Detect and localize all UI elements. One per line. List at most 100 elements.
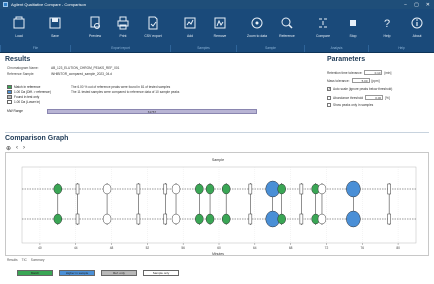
x-tick-label: 76 bbox=[360, 246, 364, 250]
save-icon bbox=[49, 17, 61, 29]
x-ticks: 40 44 48 52 56 60 64 68 72 76 80 bbox=[38, 243, 400, 250]
auto-scale-row[interactable]: ✓ Auto scale (ignore peaks below thresho… bbox=[327, 87, 392, 91]
tab-tic[interactable]: TIC bbox=[22, 258, 27, 262]
comparison-chart-svg[interactable]: Sample 40 44 48 52 56 60 64 68 72 76 80 Minutes bbox=[6, 153, 430, 257]
show-peaks-checkbox[interactable] bbox=[327, 103, 331, 107]
results-legend: Match in reference 1.00 Da (Diff. > refe… bbox=[7, 84, 67, 106]
zoom-to-data-icon bbox=[251, 17, 263, 29]
peak-marker bbox=[205, 213, 215, 225]
section-divider bbox=[5, 132, 429, 133]
maximize-button[interactable]: ▢ bbox=[414, 2, 419, 8]
x-tick-label: 64 bbox=[253, 246, 257, 250]
abundance-threshold-row: Abundance threshold 0.00 [%] bbox=[327, 95, 390, 100]
mw-range-bar[interactable]: 61767 bbox=[46, 108, 257, 114]
peak-marker bbox=[102, 213, 112, 225]
peak-marker bbox=[53, 183, 63, 195]
compare-button[interactable]: Compare bbox=[308, 12, 338, 44]
peak-marker bbox=[346, 180, 361, 198]
window-title: Agilent Qualitative Compare - Comparison bbox=[11, 2, 86, 7]
ribbon-group-help: Help bbox=[368, 45, 434, 52]
rt-tolerance-row: Retention time tolerance: 0.10 [min] bbox=[327, 70, 392, 75]
legend-swatch: Higher in sample bbox=[59, 269, 95, 276]
x-tick-label: 72 bbox=[325, 246, 329, 250]
x-tick-label: 52 bbox=[146, 246, 150, 250]
graph-tabs: Results TIC Summary bbox=[7, 258, 44, 262]
x-tick-label: 48 bbox=[110, 246, 114, 250]
about-button[interactable]: About bbox=[402, 12, 432, 44]
tab-summary[interactable]: Summary bbox=[31, 258, 45, 262]
abundance-threshold-input[interactable]: 0.00 bbox=[365, 95, 384, 100]
peak-marker bbox=[299, 183, 304, 195]
mass-tolerance-row: Mass tolerance: 5.00 [ppm] bbox=[327, 78, 380, 83]
forward-arrow-icon[interactable]: › bbox=[23, 145, 25, 152]
peak-marker bbox=[277, 183, 286, 195]
stop-icon bbox=[350, 20, 356, 26]
peak-marker bbox=[136, 213, 141, 225]
peak-marker bbox=[248, 213, 253, 225]
peak-marker bbox=[277, 213, 286, 225]
parameters-title: Parameters bbox=[327, 56, 366, 63]
zoom-to-data-button[interactable]: Zoom to data bbox=[242, 12, 272, 44]
peak-marker bbox=[102, 183, 112, 195]
save-button[interactable]: Save bbox=[40, 12, 70, 44]
legend-item-match: Match bbox=[17, 269, 53, 276]
close-button[interactable]: ✕ bbox=[426, 2, 430, 8]
load-icon bbox=[13, 16, 25, 29]
results-title: Results bbox=[5, 56, 31, 63]
mass-tolerance-input[interactable]: 5.00 bbox=[351, 78, 370, 83]
preview-icon bbox=[90, 16, 100, 29]
show-peaks-row[interactable]: Show peaks only in samples bbox=[327, 103, 373, 107]
app-icon bbox=[3, 2, 8, 7]
peak-marker bbox=[387, 213, 391, 225]
print-button[interactable]: Print bbox=[108, 12, 138, 44]
auto-scale-checkbox[interactable]: ✓ bbox=[327, 87, 331, 91]
add-button[interactable]: Add bbox=[175, 12, 205, 44]
preview-button[interactable]: Preview bbox=[80, 12, 110, 44]
minimize-button[interactable]: − bbox=[404, 2, 407, 8]
legend-swatch bbox=[7, 89, 12, 94]
legend-item-higher: Higher in sample bbox=[59, 269, 95, 276]
peak-marker bbox=[248, 183, 253, 195]
peak-marker bbox=[221, 183, 231, 195]
peak-markers bbox=[53, 180, 391, 228]
peak-marker bbox=[195, 183, 204, 195]
grid-lines bbox=[39, 167, 399, 243]
remove-icon bbox=[214, 17, 226, 29]
csv-export-button[interactable]: CSV export bbox=[138, 12, 168, 44]
ribbon-group-sample: Sample bbox=[236, 45, 304, 52]
peak-marker bbox=[171, 183, 181, 195]
tab-results[interactable]: Results bbox=[7, 258, 18, 262]
rt-tolerance-input[interactable]: 0.10 bbox=[364, 70, 383, 75]
ribbon-group-analysis: Analysis bbox=[304, 45, 368, 52]
zoom-icon[interactable]: ⊕ bbox=[6, 145, 11, 152]
abundance-threshold-checkbox[interactable] bbox=[327, 95, 331, 100]
legend-swatch: Match bbox=[17, 269, 53, 276]
about-icon bbox=[411, 17, 423, 29]
reference-button[interactable]: Reference bbox=[272, 12, 302, 44]
help-button[interactable]: ? Help bbox=[372, 12, 402, 44]
peak-marker bbox=[163, 213, 168, 225]
csv-export-icon bbox=[148, 16, 158, 30]
peak-marker bbox=[205, 183, 215, 195]
stop-button[interactable]: Stop bbox=[338, 12, 368, 44]
peak-marker bbox=[163, 183, 168, 195]
svg-text:?: ? bbox=[384, 18, 390, 30]
x-tick-label: 80 bbox=[396, 246, 400, 250]
legend-swatch bbox=[7, 84, 12, 89]
x-tick-label: 68 bbox=[289, 246, 293, 250]
remove-button[interactable]: Remove bbox=[205, 12, 235, 44]
peak-marker bbox=[75, 183, 80, 195]
x-tick-label: 40 bbox=[38, 246, 42, 250]
peak-marker bbox=[195, 213, 204, 225]
peak-marker bbox=[136, 183, 141, 195]
load-button[interactable]: Load bbox=[4, 12, 34, 44]
results-description: The 6.00 % out of reference peaks were f… bbox=[71, 85, 180, 94]
title-bar: Agilent Qualitative Compare - Comparison… bbox=[0, 0, 434, 9]
peak-marker bbox=[171, 213, 181, 225]
comparison-graph[interactable]: Sample 40 44 48 52 56 60 64 68 72 76 80 Minutes bbox=[5, 152, 429, 256]
back-arrow-icon[interactable]: ‹ bbox=[16, 145, 18, 152]
parameters-panel: Parameters Retention time tolerance: 0.1… bbox=[323, 56, 429, 130]
legend-item-sample-only: Sample only bbox=[143, 269, 179, 276]
ribbon-group-samples: Samples bbox=[170, 45, 236, 52]
print-icon bbox=[117, 16, 129, 30]
